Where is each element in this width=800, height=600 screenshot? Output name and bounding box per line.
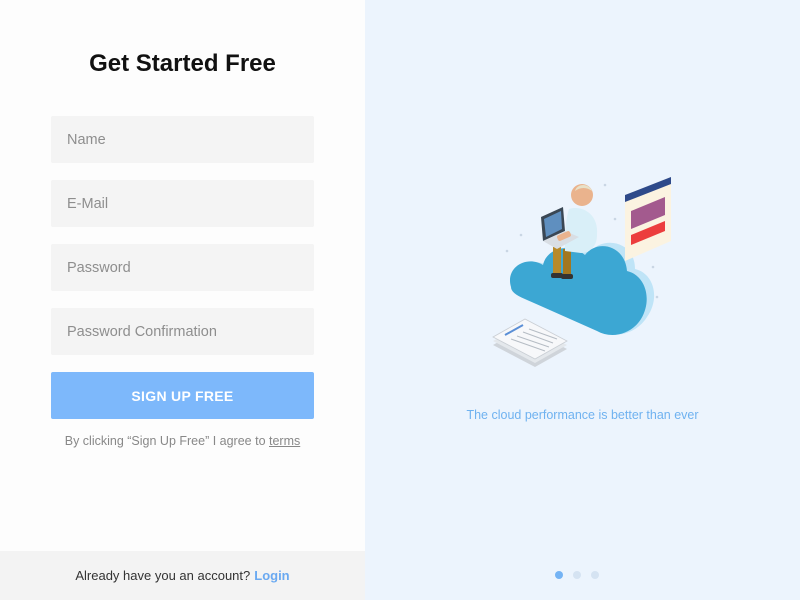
terms-text: By clicking “Sign Up Free” I agree to — [64, 434, 269, 448]
terms-notice: By clicking “Sign Up Free” I agree to te… — [0, 434, 365, 448]
browser-window-icon — [625, 177, 671, 261]
sign-up-button[interactable]: SIGN UP FREE — [51, 372, 314, 419]
carousel-dot-3[interactable] — [591, 571, 599, 579]
carousel-dots — [555, 571, 599, 579]
page-title: Get Started Free — [89, 50, 276, 77]
password-confirmation-input[interactable] — [51, 308, 314, 355]
signup-panel: Get Started Free SIGN UP FREE By clickin… — [0, 0, 365, 600]
slide-caption: The cloud performance is better than eve… — [466, 408, 699, 422]
terms-link[interactable]: terms — [269, 434, 300, 448]
email-input[interactable] — [51, 180, 314, 227]
carousel-dot-1[interactable] — [555, 571, 563, 579]
login-prompt-bar: Already have you an account? Login — [0, 551, 365, 600]
documents-icon — [492, 318, 568, 367]
carousel-dot-2[interactable] — [573, 571, 581, 579]
cloud-illustration — [492, 177, 671, 367]
password-input[interactable] — [51, 244, 314, 291]
login-link[interactable]: Login — [254, 568, 289, 583]
account-question: Already have you an account? — [75, 568, 251, 583]
name-input[interactable] — [51, 116, 314, 163]
